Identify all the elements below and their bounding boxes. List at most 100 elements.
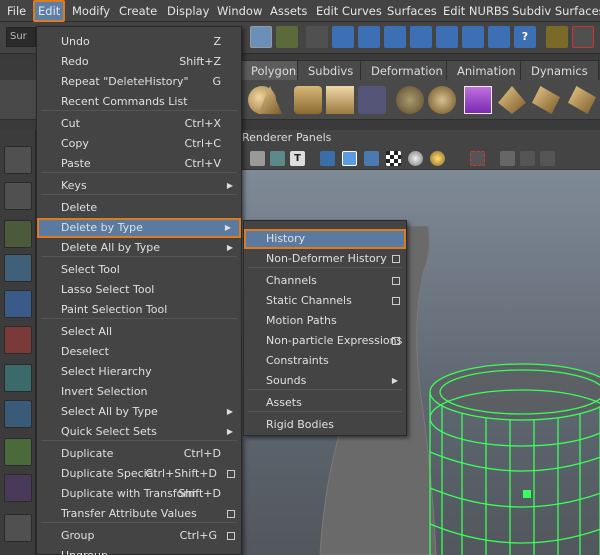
- menu-item-delete-by-type[interactable]: Delete by Type ▶: [37, 218, 241, 238]
- submenu-item-sounds[interactable]: Sounds ▶: [244, 371, 406, 391]
- menu-item-recent-commands[interactable]: Recent Commands List: [37, 92, 241, 112]
- extrude-icon[interactable]: [464, 86, 492, 114]
- menu-item-duplicate-special[interactable]: Duplicate Special Ctrl+Shift+D: [37, 464, 241, 484]
- menu-edit-nurbs[interactable]: Edit NURBS: [443, 0, 509, 22]
- menu-item-repeat-last[interactable]: Repeat "DeleteHistory" G: [37, 72, 241, 92]
- tab-deformation[interactable]: Deformation: [360, 60, 454, 80]
- combine-icon[interactable]: [358, 86, 386, 114]
- select-by-hierarchy-icon[interactable]: [250, 26, 272, 48]
- filter-icon[interactable]: [306, 26, 328, 48]
- tab-animation[interactable]: Animation: [446, 60, 527, 80]
- option-box-icon[interactable]: [392, 337, 400, 345]
- menu-item-select-hierarchy[interactable]: Select Hierarchy: [37, 362, 241, 382]
- menu-set-field[interactable]: Sur: [6, 27, 36, 47]
- menu-item-transfer-attribute-values[interactable]: Transfer Attribute Values: [37, 504, 241, 524]
- menu-file[interactable]: File: [7, 0, 26, 22]
- submenu-item-non-particle-expressions[interactable]: Non-particle Expressions: [244, 331, 406, 351]
- menu-window[interactable]: Window: [217, 0, 262, 22]
- layout-tool-icon[interactable]: [4, 514, 32, 542]
- help-icon[interactable]: ?: [514, 26, 536, 48]
- share-icon[interactable]: [540, 151, 555, 166]
- snap-curve-icon[interactable]: [358, 26, 380, 48]
- menu-item-duplicate-with-transform[interactable]: Duplicate with Transform Shift+D: [37, 484, 241, 504]
- rotate-tool-icon[interactable]: [4, 290, 32, 318]
- option-box-icon[interactable]: [227, 532, 235, 540]
- panel-menu-renderer[interactable]: Renderer: [242, 131, 292, 144]
- menu-item-duplicate[interactable]: Duplicate Ctrl+D: [37, 444, 241, 464]
- menu-modify[interactable]: Modify: [72, 0, 110, 22]
- frame-icon[interactable]: [520, 151, 535, 166]
- split-polygon-icon[interactable]: [568, 86, 596, 114]
- menu-item-deselect[interactable]: Deselect: [37, 342, 241, 362]
- menu-assets[interactable]: Assets: [270, 0, 307, 22]
- submenu-item-non-deformer-history[interactable]: Non-Deformer History: [244, 249, 406, 269]
- texture-icon[interactable]: T: [290, 151, 305, 166]
- menu-item-undo[interactable]: Undo Z: [37, 32, 241, 52]
- menu-item-cut[interactable]: Cut Ctrl+X: [37, 114, 241, 134]
- input-ops-icon[interactable]: [462, 26, 484, 48]
- menu-item-delete-all-by-type[interactable]: Delete All by Type ▶: [37, 238, 241, 258]
- all-lights-icon[interactable]: [430, 151, 445, 166]
- menu-item-keys[interactable]: Keys ▶: [37, 176, 241, 196]
- option-box-icon[interactable]: [392, 255, 400, 263]
- smooth-shade-icon[interactable]: [320, 151, 335, 166]
- scale-tool-icon[interactable]: [4, 326, 32, 354]
- menu-item-lasso-select-tool[interactable]: Lasso Select Tool: [37, 280, 241, 300]
- isolate-select-icon[interactable]: [470, 151, 485, 166]
- submenu-item-channels[interactable]: Channels: [244, 271, 406, 291]
- lasso-tool-icon[interactable]: [4, 182, 32, 210]
- tab-subdivs[interactable]: Subdivs: [297, 60, 365, 80]
- checker-icon[interactable]: [386, 151, 401, 166]
- menu-item-group[interactable]: Group Ctrl+G: [37, 526, 241, 546]
- menu-item-invert-selection[interactable]: Invert Selection: [37, 382, 241, 402]
- snap-view-plane-icon[interactable]: [410, 26, 432, 48]
- flat-shade-icon[interactable]: [364, 151, 379, 166]
- snap-grid-icon[interactable]: [332, 26, 354, 48]
- option-box-icon[interactable]: [227, 470, 235, 478]
- bridge-icon[interactable]: [498, 86, 526, 114]
- curve-tool-icon[interactable]: [4, 474, 32, 502]
- snap-point-icon[interactable]: [384, 26, 406, 48]
- menu-item-quick-select-sets[interactable]: Quick Select Sets ▶: [37, 422, 241, 442]
- wireframe-icon[interactable]: [250, 151, 265, 166]
- submenu-item-static-channels[interactable]: Static Channels: [244, 291, 406, 311]
- last-tool-icon[interactable]: [4, 438, 32, 466]
- menu-item-select-all-by-type[interactable]: Select All by Type ▶: [37, 402, 241, 422]
- menu-item-ungroup[interactable]: Ungroup: [37, 546, 241, 555]
- submenu-item-motion-paths[interactable]: Motion Paths: [244, 311, 406, 331]
- panel-menu-panels[interactable]: Panels: [296, 131, 331, 144]
- shaded-icon[interactable]: [342, 151, 357, 166]
- smooth-icon[interactable]: [428, 86, 456, 114]
- select-tool-icon[interactable]: [4, 146, 32, 174]
- submenu-item-assets[interactable]: Assets: [244, 393, 406, 413]
- render-region-icon[interactable]: [572, 26, 594, 48]
- boolean-icon[interactable]: [396, 86, 424, 114]
- show-manipulator-icon[interactable]: [4, 400, 32, 428]
- tab-dynamics[interactable]: Dynamics: [520, 60, 599, 80]
- lock-icon[interactable]: [546, 26, 568, 48]
- menu-item-select-tool[interactable]: Select Tool: [37, 260, 241, 280]
- move-tool-icon[interactable]: [4, 254, 32, 282]
- manipulator-tool-icon[interactable]: [4, 364, 32, 392]
- menu-display[interactable]: Display: [167, 0, 209, 22]
- menu-edit[interactable]: Edit: [33, 0, 66, 22]
- option-box-icon[interactable]: [227, 510, 235, 518]
- menu-item-delete[interactable]: Delete: [37, 198, 241, 218]
- menu-edit-curves[interactable]: Edit Curves: [316, 0, 382, 22]
- submenu-item-constraints[interactable]: Constraints: [244, 351, 406, 371]
- output-ops-icon[interactable]: [488, 26, 510, 48]
- menu-item-paste[interactable]: Paste Ctrl+V: [37, 154, 241, 174]
- paint-select-tool-icon[interactable]: [4, 220, 32, 248]
- make-live-icon[interactable]: [436, 26, 458, 48]
- menu-surfaces[interactable]: Surfaces: [387, 0, 437, 22]
- menu-create[interactable]: Create: [119, 0, 157, 22]
- menu-item-paint-selection-tool[interactable]: Paint Selection Tool: [37, 300, 241, 320]
- append-polygon-icon[interactable]: [532, 86, 560, 114]
- select-by-object-icon[interactable]: [276, 26, 298, 48]
- menu-item-redo[interactable]: Redo Shift+Z: [37, 52, 241, 72]
- submenu-item-rigid-bodies[interactable]: Rigid Bodies: [244, 415, 406, 435]
- poly-cylinder-icon[interactable]: [294, 86, 322, 114]
- poly-cube-icon[interactable]: [326, 86, 354, 114]
- option-box-icon[interactable]: [392, 297, 400, 305]
- default-light-icon[interactable]: [408, 151, 423, 166]
